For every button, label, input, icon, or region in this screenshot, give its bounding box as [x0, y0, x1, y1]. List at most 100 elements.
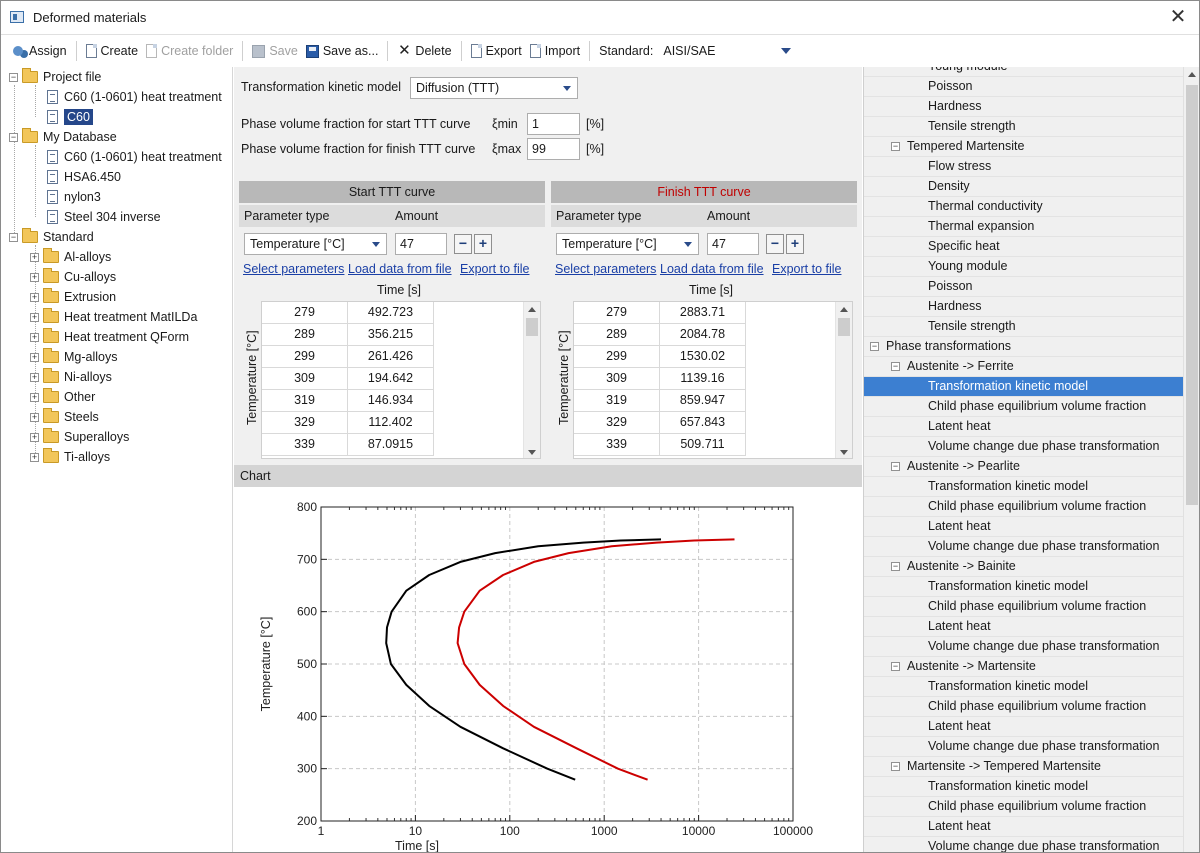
time-cell[interactable]: 356.215: [348, 324, 434, 346]
property-item[interactable]: Hardness: [864, 297, 1183, 317]
scroll-thumb[interactable]: [1186, 85, 1198, 505]
temperature-cell[interactable]: 299: [574, 346, 660, 368]
property-group[interactable]: − Martensite -> Tempered Martensite: [864, 757, 1183, 777]
expand-icon[interactable]: +: [30, 392, 39, 402]
expand-icon[interactable]: +: [30, 312, 39, 322]
property-group[interactable]: − Austenite -> Bainite: [864, 557, 1183, 577]
tree-node-db-item[interactable]: HSA6.450: [47, 167, 121, 187]
save-as-button[interactable]: Save as...: [302, 39, 383, 63]
collapse-icon[interactable]: −: [870, 342, 879, 351]
temperature-cell[interactable]: 279: [262, 302, 348, 324]
tree-node-standard-item[interactable]: + Heat treatment QForm: [30, 327, 189, 347]
scroll-down-icon[interactable]: [528, 450, 536, 455]
scroll-up-icon[interactable]: [840, 307, 848, 312]
finish_curve-param-type-select[interactable]: Temperature [°C]: [556, 233, 699, 255]
expand-icon[interactable]: +: [30, 452, 39, 462]
delete-button[interactable]: ✕ Delete: [393, 39, 455, 63]
property-item[interactable]: Specific heat: [864, 237, 1183, 257]
tree-node-standard-item[interactable]: + Superalloys: [30, 427, 129, 447]
tree-node-db-item[interactable]: Steel 304 inverse: [47, 207, 161, 227]
property-item[interactable]: Volume change due phase transformation: [864, 737, 1183, 757]
time-cell[interactable]: 146.934: [348, 390, 434, 412]
property-group[interactable]: − Tempered Martensite: [864, 137, 1183, 157]
tree-node-standard-item[interactable]: + Al-alloys: [30, 247, 111, 267]
time-cell[interactable]: 112.402: [348, 412, 434, 434]
temperature-cell[interactable]: 289: [574, 324, 660, 346]
scroll-up-icon[interactable]: [528, 307, 536, 312]
property-item[interactable]: Transformation kinetic model: [864, 377, 1183, 397]
start_curve-grid-scrollbar[interactable]: [523, 302, 540, 458]
collapse-icon[interactable]: −: [891, 462, 900, 471]
property-group[interactable]: − Austenite -> Pearlite: [864, 457, 1183, 477]
finish_curve-select-parameters-link[interactable]: Select parameters: [555, 262, 656, 276]
scroll-thumb[interactable]: [526, 318, 538, 336]
scroll-down-icon[interactable]: [840, 450, 848, 455]
finish_curve-load-data-link[interactable]: Load data from file: [660, 262, 764, 276]
temperature-cell[interactable]: 309: [574, 368, 660, 390]
property-item[interactable]: Poisson: [864, 277, 1183, 297]
kinetic-model-select[interactable]: Diffusion (TTT): [410, 77, 578, 99]
collapse-icon[interactable]: −: [891, 662, 900, 671]
time-cell[interactable]: 1139.16: [660, 368, 746, 390]
create-folder-button[interactable]: Create folder: [142, 39, 237, 63]
expand-icon[interactable]: +: [30, 272, 39, 282]
property-group[interactable]: − Phase transformations: [864, 337, 1183, 357]
property-item[interactable]: Tensile strength: [864, 317, 1183, 337]
property-item[interactable]: Transformation kinetic model: [864, 677, 1183, 697]
start_curve-export-link[interactable]: Export to file: [460, 262, 529, 276]
property-item[interactable]: Poisson: [864, 77, 1183, 97]
finish_curve-grid-scrollbar[interactable]: [835, 302, 852, 458]
finish_curve-add-row-button[interactable]: +: [786, 234, 804, 254]
property-item[interactable]: Child phase equilibrium volume fraction: [864, 597, 1183, 617]
property-item[interactable]: Density: [864, 177, 1183, 197]
property-item[interactable]: Flow stress: [864, 157, 1183, 177]
temperature-cell[interactable]: 299: [262, 346, 348, 368]
finish_curve-export-link[interactable]: Export to file: [772, 262, 841, 276]
start_curve-amount-input[interactable]: 47: [395, 233, 447, 255]
tree-node-standard-item[interactable]: + Cu-alloys: [30, 267, 116, 287]
tree-node-standard[interactable]: − Standard: [9, 227, 94, 247]
collapse-icon[interactable]: −: [9, 132, 18, 142]
tree-node-standard-item[interactable]: + Heat treatment MatILDa: [30, 307, 197, 327]
time-cell[interactable]: 657.843: [660, 412, 746, 434]
property-item[interactable]: Latent heat: [864, 417, 1183, 437]
import-button[interactable]: Import: [526, 39, 584, 63]
property-item[interactable]: Child phase equilibrium volume fraction: [864, 497, 1183, 517]
collapse-icon[interactable]: −: [891, 562, 900, 571]
tree-node-db-item[interactable]: C60 (1-0601) heat treatment: [47, 147, 222, 167]
property-item[interactable]: Latent heat: [864, 517, 1183, 537]
expand-icon[interactable]: +: [30, 332, 39, 342]
property-item[interactable]: Child phase equilibrium volume fraction: [864, 697, 1183, 717]
expand-icon[interactable]: +: [30, 352, 39, 362]
tree-node-my-database[interactable]: − My Database: [9, 127, 117, 147]
time-cell[interactable]: 1530.02: [660, 346, 746, 368]
time-cell[interactable]: 2084.78: [660, 324, 746, 346]
time-cell[interactable]: 261.426: [348, 346, 434, 368]
temperature-cell[interactable]: 319: [574, 390, 660, 412]
xi-min-input[interactable]: 1: [527, 113, 580, 135]
start_curve-remove-row-button[interactable]: −: [454, 234, 472, 254]
tree-node-standard-item[interactable]: + Other: [30, 387, 95, 407]
time-cell[interactable]: 509.711: [660, 434, 746, 456]
tree-node-standard-item[interactable]: + Steels: [30, 407, 99, 427]
temperature-cell[interactable]: 309: [262, 368, 348, 390]
temperature-cell[interactable]: 279: [574, 302, 660, 324]
property-item[interactable]: Thermal expansion: [864, 217, 1183, 237]
scroll-up-icon[interactable]: [1188, 72, 1196, 77]
property-item[interactable]: Transformation kinetic model: [864, 577, 1183, 597]
property-item[interactable]: Transformation kinetic model: [864, 777, 1183, 797]
property-item[interactable]: Transformation kinetic model: [864, 477, 1183, 497]
time-cell[interactable]: 859.947: [660, 390, 746, 412]
temperature-cell[interactable]: 319: [262, 390, 348, 412]
start_curve-select-parameters-link[interactable]: Select parameters: [243, 262, 344, 276]
create-button[interactable]: Create: [82, 39, 143, 63]
time-cell[interactable]: 492.723: [348, 302, 434, 324]
standard-select[interactable]: AISI/SAE: [663, 41, 792, 61]
assign-button[interactable]: Assign: [9, 39, 71, 63]
property-item[interactable]: Volume change due phase transformation: [864, 437, 1183, 457]
property-item[interactable]: Latent heat: [864, 817, 1183, 837]
property-item[interactable]: Tensile strength: [864, 117, 1183, 137]
property-item[interactable]: Volume change due phase transformation: [864, 537, 1183, 557]
tree-node-standard-item[interactable]: + Ni-alloys: [30, 367, 112, 387]
temperature-cell[interactable]: 339: [262, 434, 348, 456]
